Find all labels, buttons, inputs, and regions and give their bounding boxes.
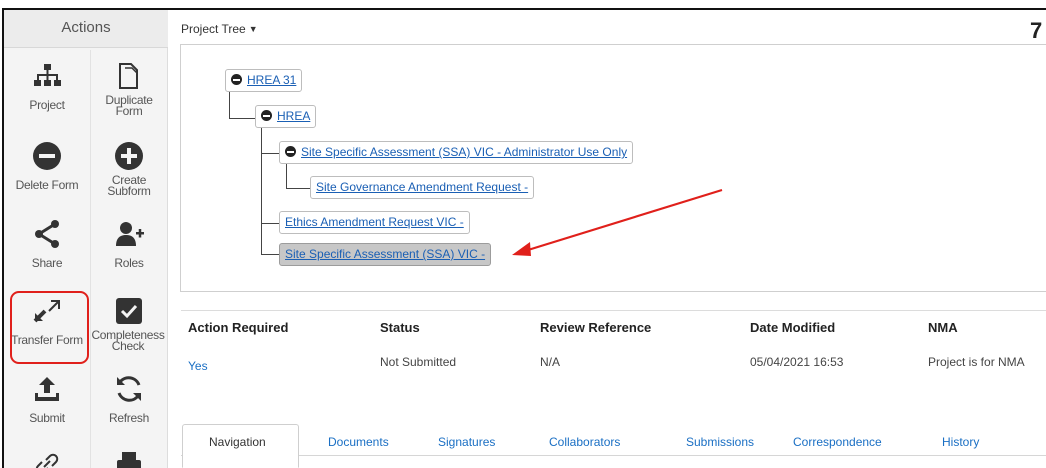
review-reference-value: N/A [540, 355, 561, 369]
tree-node-ssa-admin[interactable]: Site Specific Assessment (SSA) VIC - Adm… [279, 141, 634, 164]
tree-node-hrea[interactable]: HREA [255, 105, 317, 128]
tab-submissions[interactable]: Submissions [686, 435, 754, 449]
tree-node-link[interactable]: Site Specific Assessment (SSA) VIC - Adm… [301, 145, 627, 159]
sitemap-icon [34, 64, 61, 86]
tree-node-ethics-amendment[interactable]: Ethics Amendment Request VIC - [279, 211, 470, 234]
completeness-check-label: Completeness Check [91, 328, 165, 353]
print-button[interactable] [88, 440, 170, 468]
tree-node-link[interactable]: Site Governance Amendment Request - [316, 180, 528, 194]
refresh-icon [117, 376, 141, 402]
collapse-icon[interactable] [261, 110, 272, 121]
submit-label: Submit [29, 411, 65, 425]
duplicate-form-button[interactable]: Duplicate Form [88, 52, 170, 132]
tab-collaborators[interactable]: Collaborators [549, 435, 620, 449]
delete-form-label: Delete Form [15, 178, 79, 192]
link-icon [35, 453, 59, 468]
project-button[interactable]: Project [6, 52, 88, 132]
tree-node-link[interactable]: Site Specific Assessment (SSA) VIC - [285, 247, 485, 261]
share-button[interactable]: Share [6, 210, 88, 290]
actions-title: Actions [4, 10, 168, 48]
header-status: Status [380, 320, 420, 335]
checkbox-icon [116, 298, 142, 324]
duplicate-form-label: Duplicate Form [105, 93, 153, 118]
roles-button[interactable]: Roles [88, 210, 170, 290]
refresh-label: Refresh [109, 411, 149, 425]
plus-circle-icon [115, 142, 143, 170]
date-modified-value: 05/04/2021 16:53 [750, 355, 844, 369]
tree-node-link[interactable]: HREA [277, 109, 310, 123]
nma-value: Project is for NMA [928, 355, 1025, 369]
project-tree-toggle[interactable]: Project Tree ▼ [181, 22, 258, 36]
create-subform-label: Create Subform [107, 173, 151, 198]
header-date-modified: Date Modified [750, 320, 836, 335]
minus-circle-icon [33, 142, 61, 170]
header-nma: NMA [928, 320, 958, 335]
tree-node-link[interactable]: Ethics Amendment Request VIC - [285, 215, 464, 229]
create-subform-button[interactable]: Create Subform [88, 132, 170, 212]
transfer-form-highlight [10, 291, 89, 364]
upload-icon [35, 377, 59, 401]
project-tree-title: Project Tree [181, 22, 246, 36]
status-value: Not Submitted [380, 355, 457, 369]
collapse-icon[interactable] [285, 146, 296, 157]
tree-node-site-governance[interactable]: Site Governance Amendment Request - [310, 176, 535, 199]
header-action-required: Action Required [188, 320, 289, 335]
duplicate-icon [119, 63, 138, 89]
project-label: Project [29, 98, 65, 112]
action-required-value[interactable]: Yes [188, 359, 208, 373]
tree-node-link[interactable]: HREA 31 [247, 73, 296, 87]
tab-documents[interactable]: Documents [328, 435, 389, 449]
refresh-button[interactable]: Refresh [88, 365, 170, 445]
print-icon [117, 452, 141, 468]
tab-history[interactable]: History [942, 435, 979, 449]
share-icon [35, 220, 59, 248]
corner-number: 7 [1030, 18, 1043, 43]
collapse-icon[interactable] [231, 74, 242, 85]
tab-navigation[interactable]: Navigation [209, 435, 266, 449]
completeness-check-button[interactable]: Completeness Check [88, 287, 170, 367]
tree-node-ssa-vic-selected[interactable]: Site Specific Assessment (SSA) VIC - [279, 243, 492, 266]
tab-correspondence[interactable]: Correspondence [793, 435, 882, 449]
add-user-icon [116, 222, 144, 246]
share-label: Share [31, 256, 63, 270]
delete-form-button[interactable]: Delete Form [6, 132, 88, 212]
roles-label: Roles [114, 256, 144, 270]
actions-panel: Actions Project Duplicate Form Delete Fo… [4, 10, 168, 468]
tab-signatures[interactable]: Signatures [438, 435, 495, 449]
link-button[interactable] [6, 440, 88, 468]
chevron-down-icon: ▼ [248, 24, 258, 34]
submit-button[interactable]: Submit [6, 365, 88, 445]
project-tree-panel: HREA 31 HREA Site Specific Assessment (S… [180, 44, 1046, 292]
header-review-reference: Review Reference [540, 320, 652, 335]
tree-node-hrea-31[interactable]: HREA 31 [225, 69, 303, 92]
